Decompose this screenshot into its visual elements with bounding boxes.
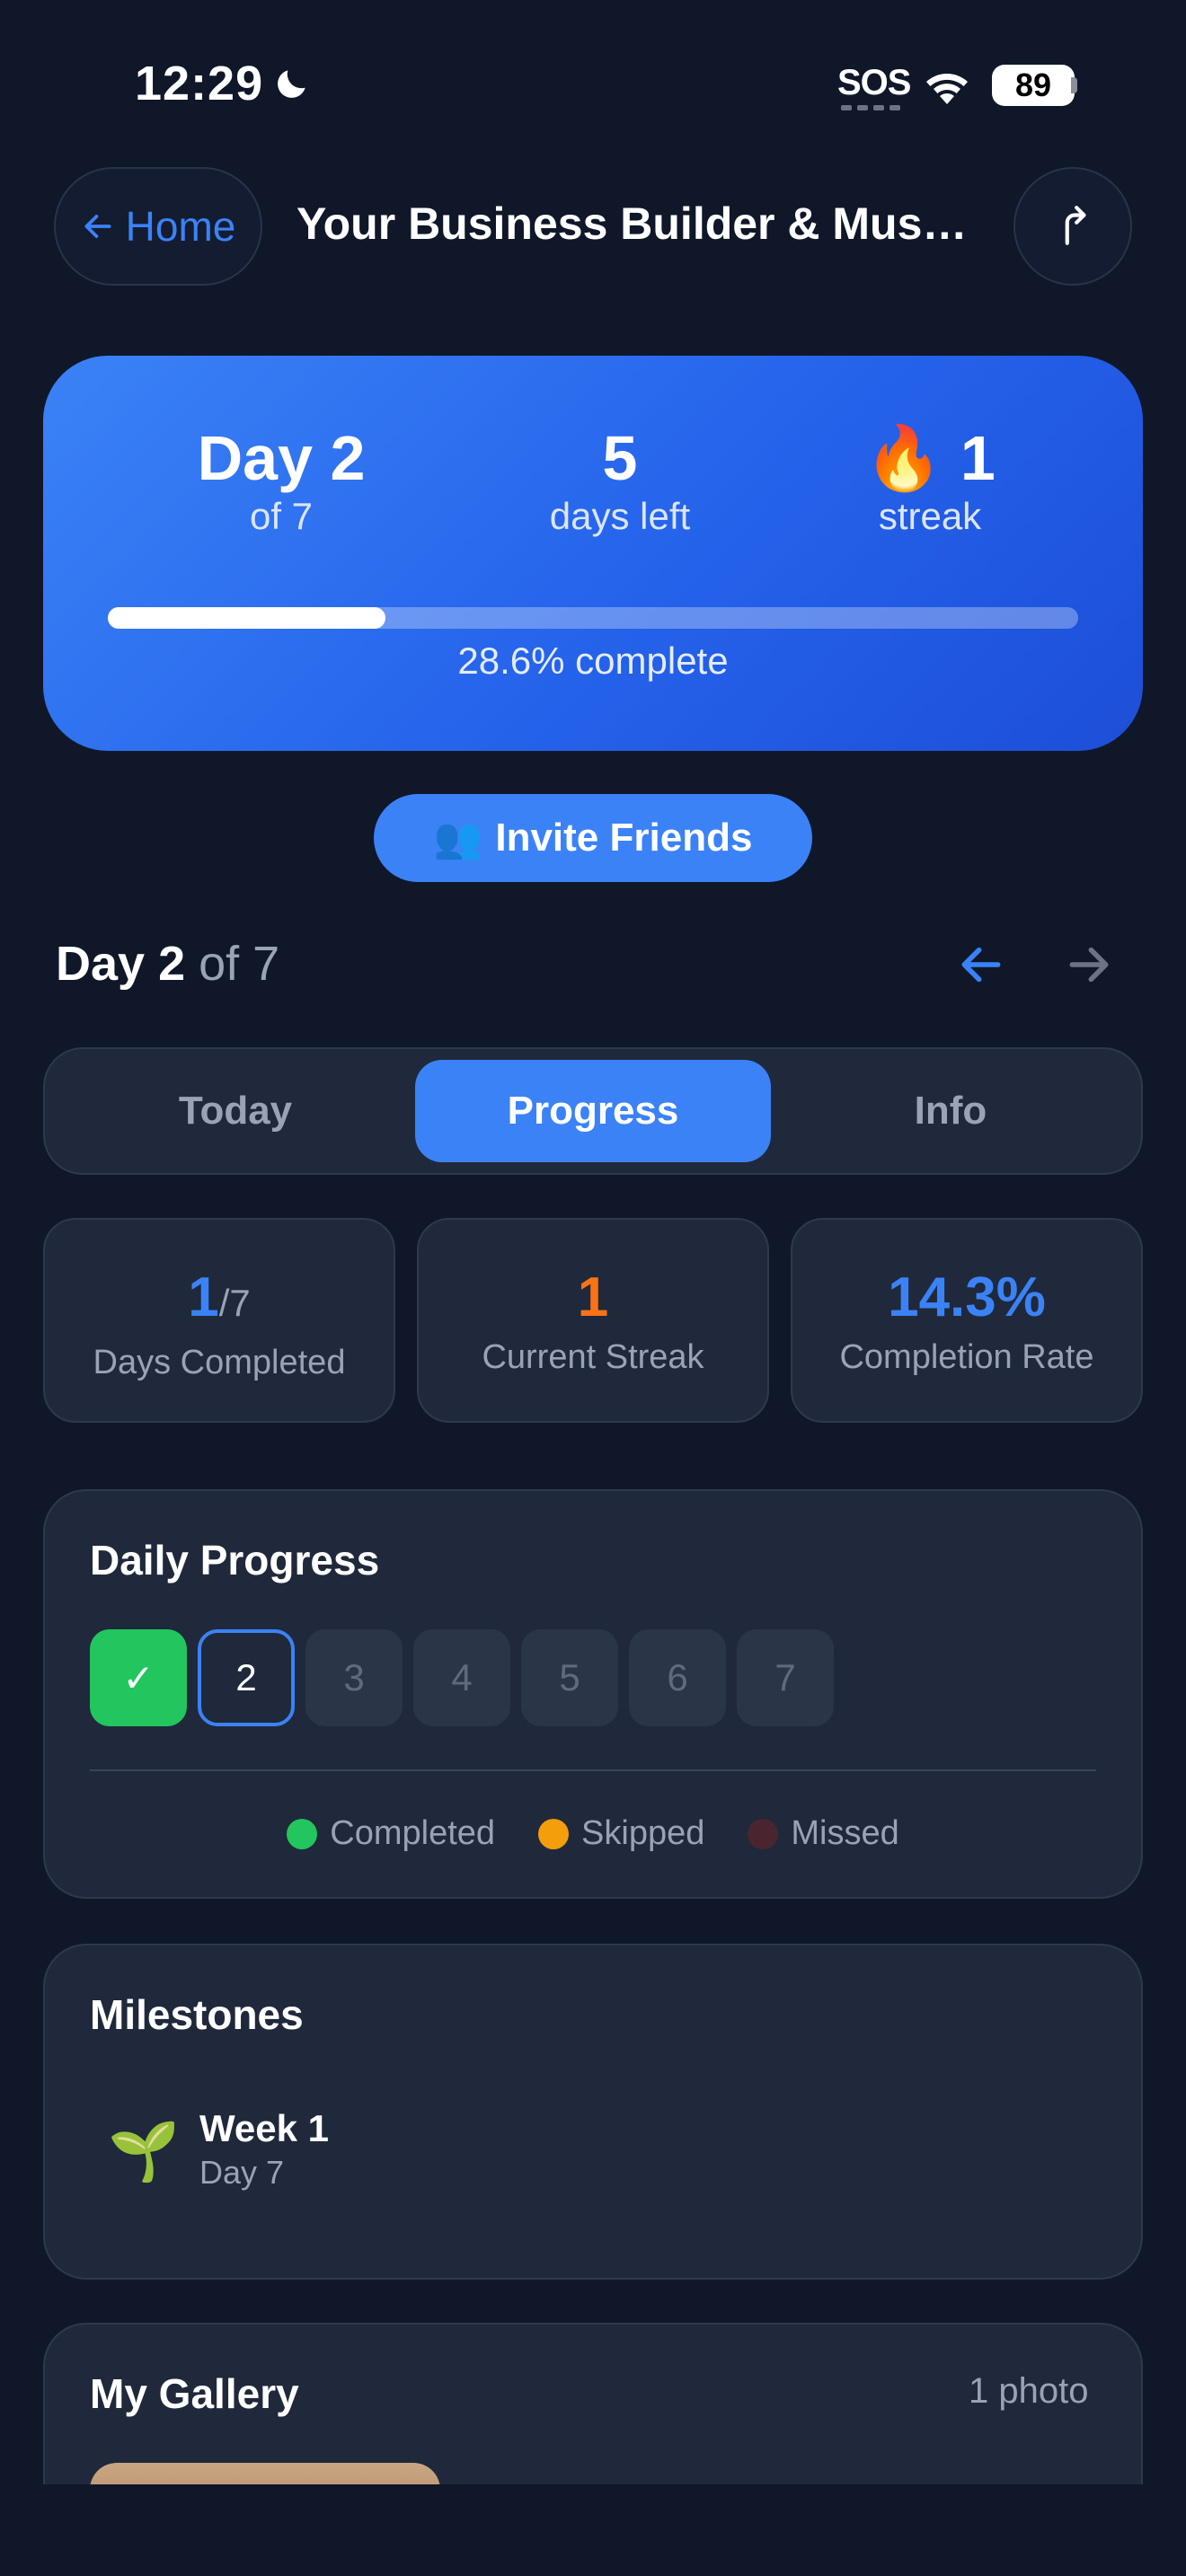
share-arrow-icon (1065, 206, 1086, 245)
skipped-dot-icon (538, 1818, 570, 1849)
people-icon: 👥 (433, 816, 483, 860)
progress-text: 28.6% complete (457, 640, 729, 682)
day-box-3[interactable]: 3 (305, 1629, 403, 1726)
days-left-stat: 5 days left (549, 423, 691, 537)
daily-progress-title: Daily Progress (90, 1537, 380, 1584)
completion-rate-card: 14.3% Completion Rate (791, 1218, 1143, 1423)
progress-fill (108, 607, 385, 629)
progress-legend: Completed Skipped Missed (0, 1814, 1186, 1853)
bottom-bar (0, 2484, 1186, 2576)
day-box-6[interactable]: 6 (629, 1629, 726, 1726)
sprout-icon: 🌱 (108, 2119, 180, 2183)
current-day-stat: Day 2 of 7 (197, 423, 366, 537)
signal-dots (841, 105, 900, 110)
completed-dot-icon (287, 1818, 318, 1849)
status-time: 12:29 (135, 56, 312, 111)
tab-progress[interactable]: Progress (415, 1060, 771, 1162)
day-header: Day 2 of 7 (56, 937, 280, 991)
milestone-subtitle: Day 7 (199, 2154, 285, 2191)
arrow-left-icon (84, 215, 111, 238)
invite-friends-button[interactable]: 👥 Invite Friends (374, 794, 812, 882)
sos-indicator: SOS (837, 63, 911, 102)
page-title: Your Business Builder & Musc... (296, 198, 979, 249)
milestones-title: Milestones (90, 1991, 304, 2038)
day-box-5[interactable]: 5 (521, 1629, 618, 1726)
battery-indicator: 89 (992, 65, 1075, 106)
tab-today[interactable]: Today (58, 1060, 413, 1162)
tab-info[interactable]: Info (773, 1060, 1128, 1162)
current-streak-card: 1 Current Streak (417, 1218, 769, 1423)
home-back-button[interactable]: Home (54, 167, 262, 286)
next-day-arrow-icon[interactable] (1064, 940, 1114, 990)
days-completed-card: 1/7 Days Completed (43, 1218, 395, 1423)
share-button[interactable] (1013, 167, 1132, 286)
gallery-count: 1 photo (969, 2371, 1089, 2411)
divider (90, 1769, 1096, 1771)
missed-dot-icon (748, 1818, 779, 1849)
fire-icon: 🔥 (864, 423, 943, 493)
gallery-title: My Gallery (90, 2370, 299, 2417)
streak-stat: 🔥 1 streak (864, 423, 996, 537)
day-box-1[interactable]: ✓ (90, 1629, 187, 1726)
day-box-4[interactable]: 4 (413, 1629, 510, 1726)
home-back-label: Home (125, 203, 236, 250)
day-box-2[interactable]: 2 (198, 1629, 295, 1726)
wifi-icon (926, 74, 968, 104)
milestone-title: Week 1 (199, 2107, 329, 2149)
moon-icon (278, 70, 305, 98)
challenge-summary-card (43, 356, 1143, 751)
invite-friends-label: Invite Friends (495, 816, 753, 860)
previous-day-arrow-icon[interactable] (956, 940, 1006, 990)
battery-tip (1071, 77, 1077, 93)
day-box-7[interactable]: 7 (737, 1629, 834, 1726)
